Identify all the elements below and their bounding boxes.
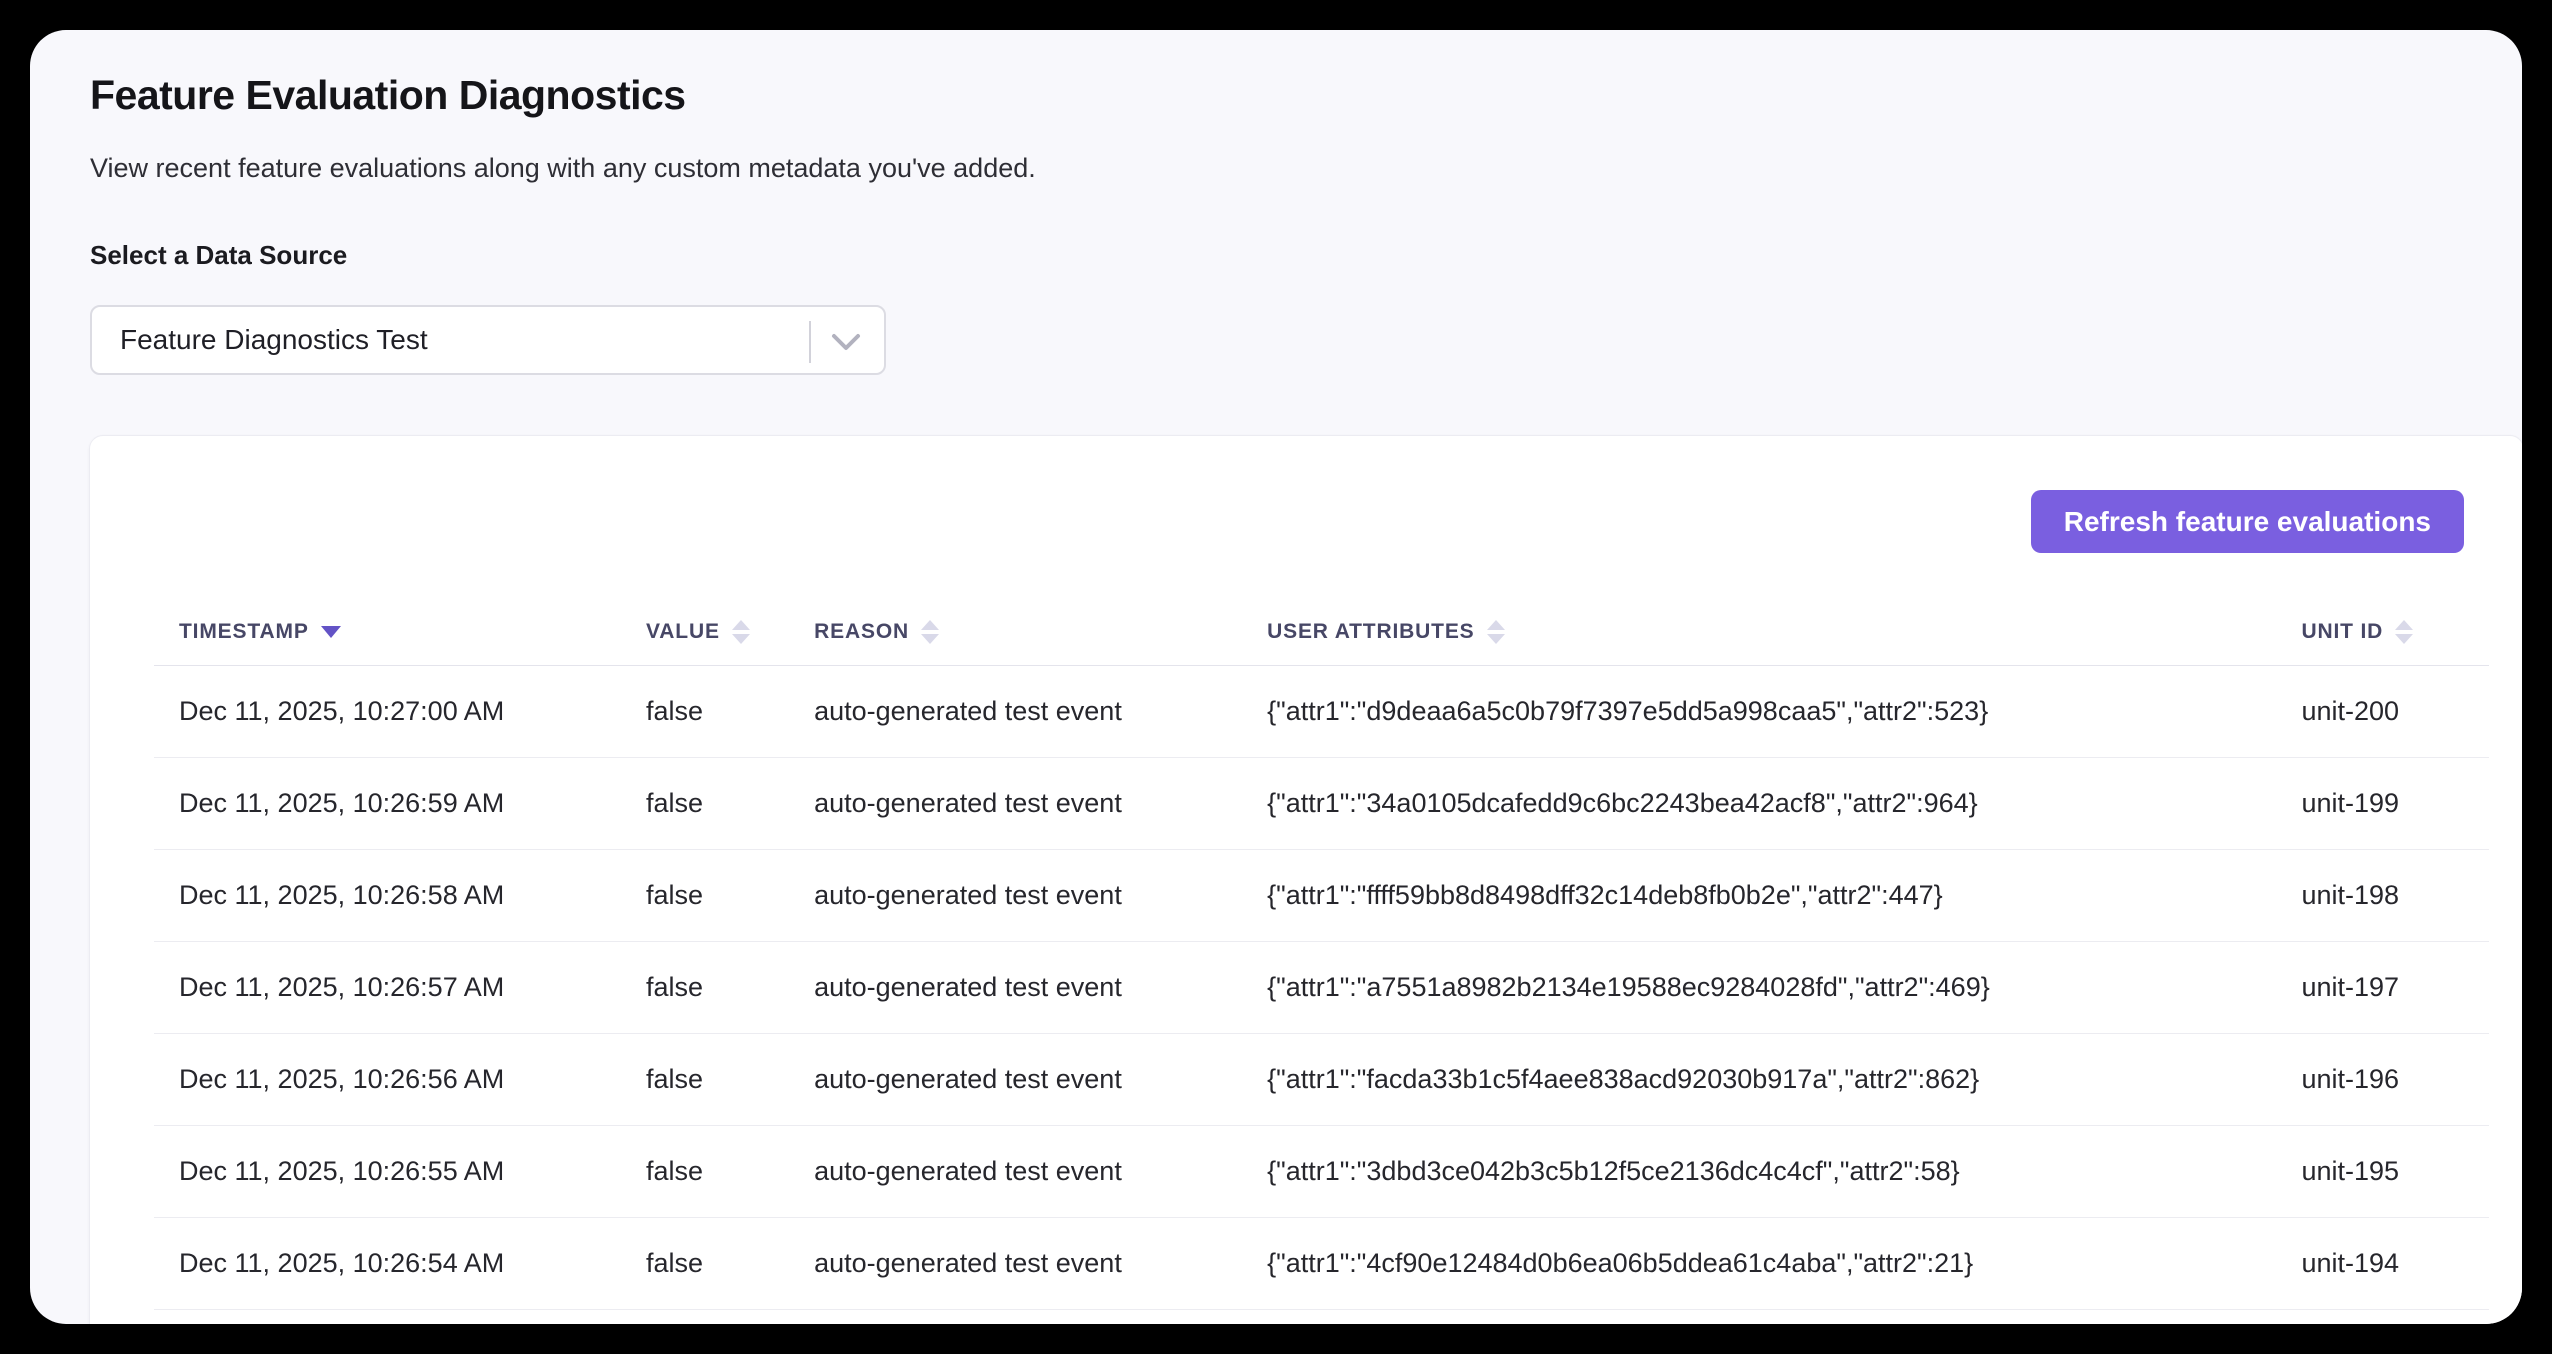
cell-reason: auto-generated test event <box>789 1309 1242 1324</box>
cell-unit-id: unit-196 <box>2276 1033 2489 1125</box>
column-header-unit_id[interactable]: UNIT ID <box>2276 599 2489 665</box>
cell-timestamp: Dec 11, 2025, 10:26:59 AM <box>154 757 621 849</box>
chevron-down-icon <box>830 329 862 355</box>
cell-timestamp: Dec 11, 2025, 10:26:56 AM <box>154 1033 621 1125</box>
data-source-selected-value: Feature Diagnostics Test <box>92 324 884 356</box>
cell-timestamp: Dec 11, 2025, 10:26:53 AM <box>154 1309 621 1324</box>
page-title: Feature Evaluation Diagnostics <box>90 72 2464 119</box>
table-row: Dec 11, 2025, 10:27:00 AM false auto-gen… <box>154 665 2489 757</box>
cell-value: false <box>621 1309 789 1324</box>
table-row: Dec 11, 2025, 10:26:53 AM false auto-gen… <box>154 1309 2489 1324</box>
cell-value: false <box>621 1033 789 1125</box>
column-label: VALUE <box>646 620 720 644</box>
sort-unsorted-icon <box>732 620 750 644</box>
cell-value: false <box>621 757 789 849</box>
cell-timestamp: Dec 11, 2025, 10:26:57 AM <box>154 941 621 1033</box>
cell-reason: auto-generated test event <box>789 1033 1242 1125</box>
panel-toolbar: Refresh feature evaluations <box>154 490 2489 553</box>
cell-timestamp: Dec 11, 2025, 10:26:58 AM <box>154 849 621 941</box>
cell-reason: auto-generated test event <box>789 849 1242 941</box>
cell-reason: auto-generated test event <box>789 665 1242 757</box>
cell-value: false <box>621 941 789 1033</box>
cell-user-attributes: {"attr1":"34a0105dcafedd9c6bc2243bea42ac… <box>1242 757 2276 849</box>
cell-unit-id: unit-199 <box>2276 757 2489 849</box>
sort-unsorted-icon <box>2395 620 2413 644</box>
cell-user-attributes: {"attr1":"3dbd3ce042b3c5b12f5ce2136dc4c4… <box>1242 1125 2276 1217</box>
table-row: Dec 11, 2025, 10:26:55 AM false auto-gen… <box>154 1125 2489 1217</box>
table-header-row: TIMESTAMP VALUE REASON USER ATTRIBUTES U… <box>154 599 2489 665</box>
cell-unit-id: unit-193 <box>2276 1309 2489 1324</box>
cell-user-attributes: {"attr1":"4cf90e12484d0b6ea06b5ddea61c4a… <box>1242 1217 2276 1309</box>
cell-user-attributes: {"attr1":"d1c4230f61d186cecd5560123ef29f… <box>1242 1309 2276 1324</box>
page-card: Feature Evaluation Diagnostics View rece… <box>30 30 2522 1324</box>
select-divider <box>809 321 811 363</box>
data-source-select[interactable]: Feature Diagnostics Test <box>90 305 886 375</box>
cell-user-attributes: {"attr1":"d9deaa6a5c0b79f7397e5dd5a998ca… <box>1242 665 2276 757</box>
table-body: Dec 11, 2025, 10:27:00 AM false auto-gen… <box>154 665 2489 1324</box>
data-source-label: Select a Data Source <box>90 240 2464 271</box>
cell-reason: auto-generated test event <box>789 1125 1242 1217</box>
sort-desc-icon <box>321 626 341 638</box>
evaluations-table: TIMESTAMP VALUE REASON USER ATTRIBUTES U… <box>154 599 2489 1324</box>
table-row: Dec 11, 2025, 10:26:58 AM false auto-gen… <box>154 849 2489 941</box>
cell-timestamp: Dec 11, 2025, 10:26:54 AM <box>154 1217 621 1309</box>
cell-reason: auto-generated test event <box>789 941 1242 1033</box>
sort-unsorted-icon <box>1487 620 1505 644</box>
cell-user-attributes: {"attr1":"a7551a8982b2134e19588ec9284028… <box>1242 941 2276 1033</box>
table-row: Dec 11, 2025, 10:26:56 AM false auto-gen… <box>154 1033 2489 1125</box>
table-row: Dec 11, 2025, 10:26:57 AM false auto-gen… <box>154 941 2489 1033</box>
cell-timestamp: Dec 11, 2025, 10:26:55 AM <box>154 1125 621 1217</box>
cell-unit-id: unit-194 <box>2276 1217 2489 1309</box>
column-header-user_attributes[interactable]: USER ATTRIBUTES <box>1242 599 2276 665</box>
column-header-reason[interactable]: REASON <box>789 599 1242 665</box>
cell-timestamp: Dec 11, 2025, 10:27:00 AM <box>154 665 621 757</box>
column-label: TIMESTAMP <box>179 620 309 644</box>
cell-user-attributes: {"attr1":"ffff59bb8d8498dff32c14deb8fb0b… <box>1242 849 2276 941</box>
column-label: USER ATTRIBUTES <box>1267 620 1474 644</box>
page-subtitle: View recent feature evaluations along wi… <box>90 153 2464 184</box>
column-label: REASON <box>814 620 909 644</box>
table-row: Dec 11, 2025, 10:26:59 AM false auto-gen… <box>154 757 2489 849</box>
cell-unit-id: unit-198 <box>2276 849 2489 941</box>
refresh-feature-evaluations-button[interactable]: Refresh feature evaluations <box>2031 490 2464 553</box>
cell-reason: auto-generated test event <box>789 1217 1242 1309</box>
cell-user-attributes: {"attr1":"facda33b1c5f4aee838acd92030b91… <box>1242 1033 2276 1125</box>
evaluations-panel: Refresh feature evaluations TIMESTAMP VA… <box>89 435 2522 1324</box>
cell-unit-id: unit-195 <box>2276 1125 2489 1217</box>
column-label: UNIT ID <box>2301 620 2383 644</box>
cell-value: false <box>621 1217 789 1309</box>
table-row: Dec 11, 2025, 10:26:54 AM false auto-gen… <box>154 1217 2489 1309</box>
cell-value: false <box>621 665 789 757</box>
cell-unit-id: unit-197 <box>2276 941 2489 1033</box>
cell-value: false <box>621 1125 789 1217</box>
column-header-value[interactable]: VALUE <box>621 599 789 665</box>
cell-unit-id: unit-200 <box>2276 665 2489 757</box>
sort-unsorted-icon <box>921 620 939 644</box>
cell-value: false <box>621 849 789 941</box>
cell-reason: auto-generated test event <box>789 757 1242 849</box>
column-header-timestamp[interactable]: TIMESTAMP <box>154 599 621 665</box>
